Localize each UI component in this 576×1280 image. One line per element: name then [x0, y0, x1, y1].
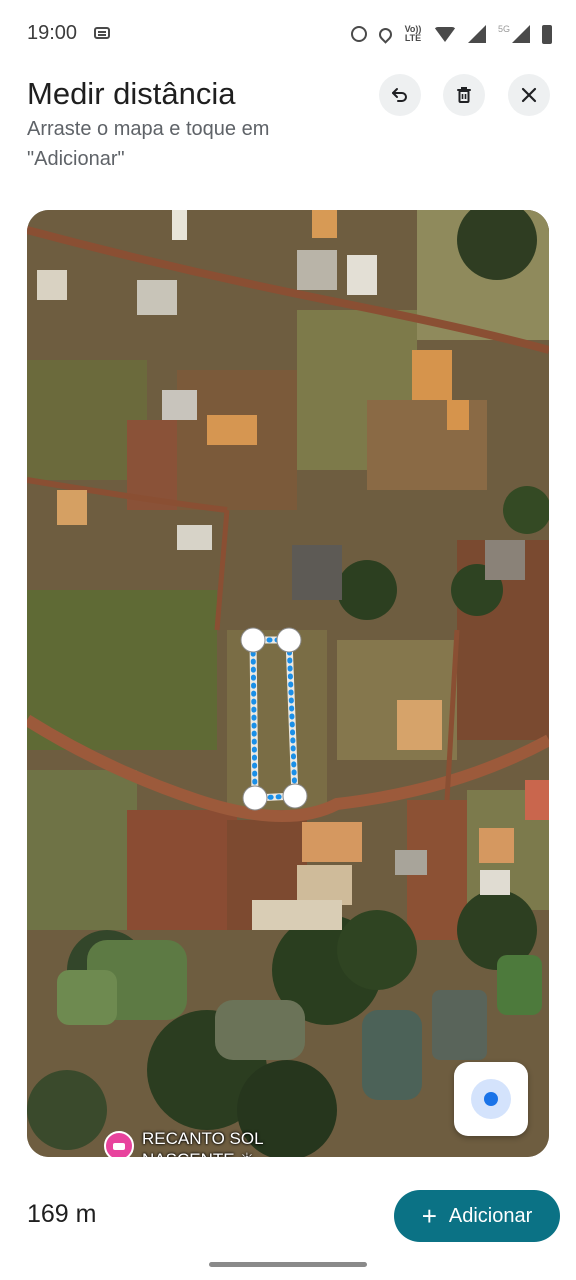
- plus-icon: +: [421, 1201, 437, 1231]
- measurement-path: [240, 627, 308, 811]
- page-subtitle: Arraste o mapa e toque em "Adicionar": [27, 118, 270, 170]
- poi-label[interactable]: RECANTO SOL NASCENTE ☀: [142, 1128, 302, 1157]
- my-location-button[interactable]: [454, 1062, 528, 1136]
- status-bar: 19:00 Vo)) LTE 5G: [0, 0, 576, 68]
- status-time: 19:00: [27, 22, 78, 44]
- status-icons: Vo)) LTE 5G: [350, 20, 552, 48]
- measure-point[interactable]: [242, 785, 268, 811]
- satellite-map[interactable]: RECANTO SOL NASCENTE ☀: [27, 210, 549, 1157]
- measure-point[interactable]: [240, 627, 266, 653]
- page-title: Medir distância: [27, 76, 236, 111]
- add-button[interactable]: + Adicionar: [394, 1190, 560, 1242]
- alarm-icon: [350, 26, 367, 42]
- wifi-icon: [433, 26, 456, 42]
- undo-icon: [392, 88, 407, 102]
- undo-button[interactable]: [379, 74, 421, 116]
- distance-value: 169 m: [27, 1200, 97, 1228]
- hotel-icon[interactable]: [104, 1131, 134, 1157]
- measure-point[interactable]: [276, 627, 302, 653]
- battery-icon: [542, 24, 552, 44]
- signal-icon: [512, 25, 530, 43]
- volte-icon: Vo)) LTE: [404, 24, 422, 43]
- close-icon: [521, 87, 537, 103]
- gesture-bar[interactable]: [209, 1262, 367, 1267]
- my-location-icon: [471, 1079, 511, 1119]
- trash-icon: [457, 87, 471, 103]
- close-button[interactable]: [508, 74, 550, 116]
- delete-button[interactable]: [443, 74, 485, 116]
- add-button-label: Adicionar: [448, 1204, 533, 1227]
- message-icon: [94, 27, 110, 39]
- location-icon: [376, 24, 395, 44]
- signal-icon: [467, 25, 486, 43]
- signal-5g-icon: 5G: [497, 24, 510, 34]
- measure-point[interactable]: [282, 783, 308, 809]
